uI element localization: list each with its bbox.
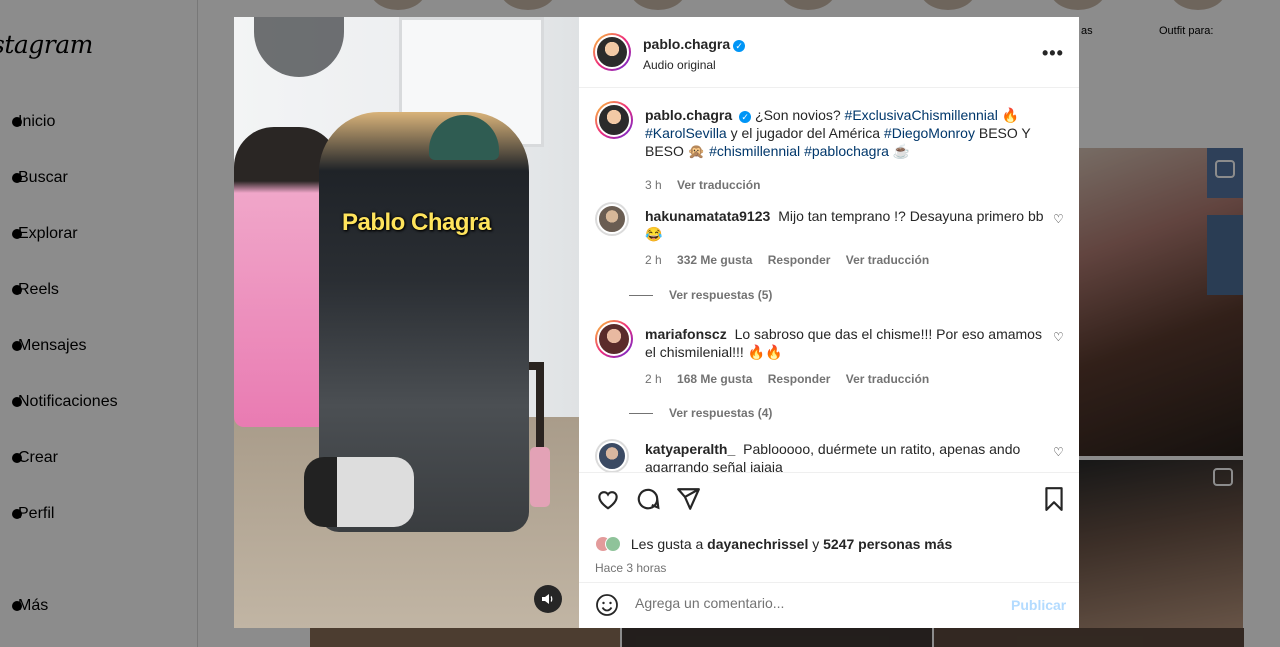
comment-input[interactable]	[635, 595, 995, 611]
video-frame	[530, 447, 550, 507]
avatar[interactable]	[595, 439, 629, 472]
emoji: ☕	[892, 143, 911, 159]
reply-button[interactable]: Responder	[768, 253, 831, 267]
comment-text: katyaperalth_ Pablooooo, duérmete un rat…	[645, 440, 1050, 472]
hashtag-link[interactable]: #DiegoMonroy	[884, 125, 975, 141]
comment-likes[interactable]: 168 Me gusta	[677, 372, 752, 386]
comments-list[interactable]: pablo.chagra ✓ ¿Son novios? #ExclusivaChi…	[579, 89, 1079, 472]
post-panel: pablo.chagra ✓ Audio original ••• pablo.c…	[579, 17, 1079, 628]
verified-icon: ✓	[733, 40, 746, 52]
like-comment-icon[interactable]: ♡	[1053, 330, 1064, 344]
comment-text: mariafonscz Lo sabroso que das el chisme…	[645, 325, 1050, 361]
caption-segment: y el jugador del América	[730, 125, 881, 141]
likes-user-link[interactable]: dayanechrissel	[707, 536, 808, 552]
hashtag-link[interactable]: #KarolSevilla	[645, 125, 727, 141]
view-replies-button[interactable]: Ver respuestas (4)	[629, 406, 772, 420]
caption-meta: 3 h Ver traducción	[645, 178, 772, 192]
comment-meta: 2 h 168 Me gusta Responder Ver traducció…	[645, 372, 941, 386]
comment-meta: 2 h 332 Me gusta Responder Ver traducció…	[645, 253, 941, 267]
comment-username[interactable]: mariafonscz	[645, 326, 727, 342]
timestamp[interactable]: 2 h	[645, 372, 662, 386]
translate-link[interactable]: Ver traducción	[846, 372, 929, 386]
post-timestamp[interactable]: Hace 3 horas	[595, 561, 666, 575]
translate-link[interactable]: Ver traducción	[846, 253, 929, 267]
avatar[interactable]	[595, 320, 633, 358]
avatar[interactable]	[595, 101, 633, 139]
emoji: 🙊	[687, 143, 706, 159]
add-comment-bar: Publicar	[579, 582, 1079, 628]
hashtag-link[interactable]: #pablochagra	[804, 143, 889, 159]
likes-connector: y	[812, 536, 820, 552]
caption-segment: ¿Son novios?	[755, 107, 841, 123]
hashtag-link[interactable]: #chismillennial	[709, 143, 800, 159]
audio-label[interactable]: Audio original	[643, 58, 745, 72]
avatar	[605, 536, 621, 552]
post-header: pablo.chagra ✓ Audio original •••	[579, 17, 1079, 88]
divider	[629, 413, 653, 415]
mute-button[interactable]	[534, 585, 562, 613]
post-actions: Les gusta a dayanechrissel y 5247 person…	[579, 472, 1079, 582]
comment-text: hakunamatata9123 Mijo tan temprano !? De…	[645, 207, 1050, 243]
divider	[629, 295, 653, 297]
avatar[interactable]	[593, 33, 631, 71]
like-heart-icon[interactable]	[595, 486, 621, 512]
author-info: pablo.chagra ✓ Audio original	[643, 36, 746, 72]
comment-icon[interactable]	[635, 486, 661, 512]
caption-username[interactable]: pablo.chagra	[645, 107, 732, 123]
more-options-icon[interactable]: •••	[1042, 43, 1064, 64]
author-username[interactable]: pablo.chagra	[643, 36, 730, 52]
bookmark-icon[interactable]	[1041, 486, 1067, 512]
hashtag-link[interactable]: #ExclusivaChismillennial	[845, 107, 998, 123]
like-comment-icon[interactable]: ♡	[1053, 445, 1064, 459]
avatar[interactable]	[595, 202, 629, 236]
caption-text: pablo.chagra ✓ ¿Son novios? #ExclusivaChi…	[645, 106, 1050, 160]
video-frame	[304, 457, 414, 527]
timestamp[interactable]: 2 h	[645, 253, 662, 267]
video-caption-overlay: Pablo Chagra	[342, 209, 491, 236]
likes-prefix: Les gusta a	[630, 536, 704, 552]
like-comment-icon[interactable]: ♡	[1053, 212, 1064, 226]
comment-likes[interactable]: 332 Me gusta	[677, 253, 752, 267]
emoji: 🔥	[1001, 107, 1020, 123]
comment-username[interactable]: katyaperalth_	[645, 441, 735, 457]
likes-summary: Les gusta a dayanechrissel y 5247 person…	[595, 536, 952, 552]
verified-icon: ✓	[739, 111, 752, 123]
speaker-icon	[542, 594, 553, 604]
comment-username[interactable]: hakunamatata9123	[645, 208, 770, 224]
translate-link[interactable]: Ver traducción	[677, 178, 760, 192]
share-send-icon[interactable]	[675, 486, 701, 512]
view-replies-label: Ver respuestas (4)	[669, 406, 773, 420]
view-replies-button[interactable]: Ver respuestas (5)	[629, 288, 772, 302]
emoji-icon[interactable]	[595, 593, 619, 617]
view-replies-label: Ver respuestas (5)	[669, 288, 773, 302]
timestamp[interactable]: 3 h	[645, 178, 662, 192]
post-video[interactable]: Pablo Chagra	[234, 17, 579, 628]
publish-button[interactable]: Publicar	[1011, 597, 1066, 613]
likes-others-link[interactable]: 5247 personas más	[823, 536, 952, 552]
reply-button[interactable]: Responder	[768, 372, 831, 386]
